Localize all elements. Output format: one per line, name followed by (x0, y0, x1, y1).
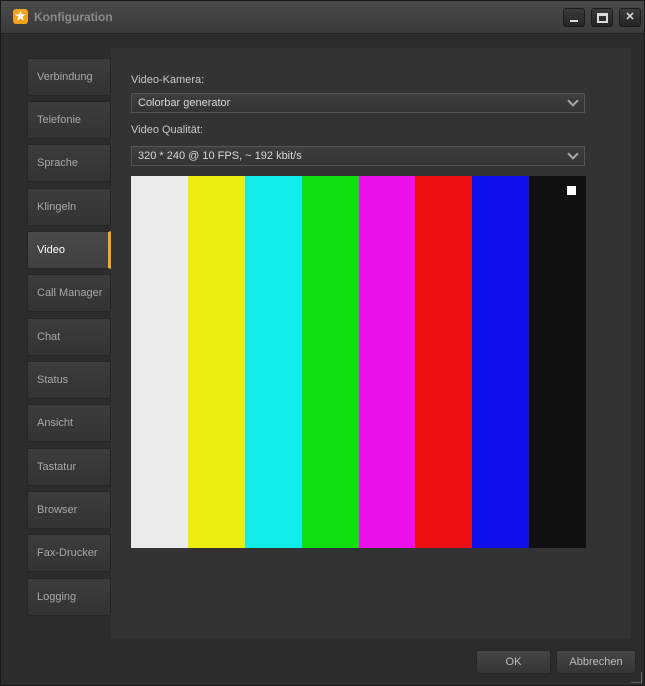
video-settings-panel: Video-Kamera: Colorbar generator Video Q… (111, 48, 631, 638)
window-title: Konfiguration (34, 10, 113, 24)
minimize-icon (570, 20, 578, 22)
sidebar-item-logging[interactable]: Logging (27, 578, 111, 616)
sidebar-item-ansicht[interactable]: Ansicht (27, 404, 111, 442)
colorbar-4 (358, 176, 416, 548)
sidebar-item-sprache[interactable]: Sprache (27, 144, 111, 182)
colorbar-1 (187, 176, 245, 548)
ok-button[interactable]: OK (476, 650, 551, 674)
maximize-icon (596, 13, 608, 23)
sidebar-item-fax-drucker[interactable]: Fax-Drucker (27, 534, 111, 572)
chevron-down-icon (567, 148, 579, 160)
app-star-icon: ★ (13, 9, 28, 24)
video-marker (567, 186, 576, 195)
cancel-button[interactable]: Abbrechen (556, 650, 636, 674)
chevron-down-icon (567, 95, 579, 107)
sidebar-item-status[interactable]: Status (27, 361, 111, 399)
camera-label: Video-Kamera: (131, 74, 205, 86)
config-window: ★ Konfiguration ✕ Verbindung Telefonie S… (0, 0, 645, 686)
quality-select-value: 320 * 240 @ 10 FPS, ~ 192 kbit/s (138, 150, 302, 162)
sidebar-item-browser[interactable]: Browser (27, 491, 111, 529)
maximize-button[interactable] (591, 8, 613, 27)
title-bar[interactable]: ★ Konfiguration ✕ (1, 1, 644, 34)
quality-select[interactable]: 320 * 240 @ 10 FPS, ~ 192 kbit/s (131, 146, 585, 166)
colorbar-3 (301, 176, 359, 548)
colorbar-2 (244, 176, 302, 548)
close-button[interactable]: ✕ (619, 8, 641, 27)
colorbar-5 (415, 176, 473, 548)
colorbar-0 (131, 176, 188, 548)
sidebar-item-telefonie[interactable]: Telefonie (27, 101, 111, 139)
sidebar-item-call-manager[interactable]: Call Manager (27, 274, 111, 312)
camera-select[interactable]: Colorbar generator (131, 93, 585, 113)
camera-select-value: Colorbar generator (138, 97, 231, 109)
close-icon: ✕ (625, 11, 635, 23)
sidebar-item-verbindung[interactable]: Verbindung (27, 58, 111, 96)
resize-grip[interactable] (631, 672, 642, 683)
minimize-button[interactable] (563, 8, 585, 27)
quality-label: Video Qualität: (131, 124, 203, 136)
colorbar-6 (472, 176, 530, 548)
sidebar-item-video[interactable]: Video (27, 231, 111, 269)
sidebar-item-klingeln[interactable]: Klingeln (27, 188, 111, 226)
sidebar-item-tastatur[interactable]: Tastatur (27, 448, 111, 486)
colorbar-7 (529, 176, 586, 548)
sidebar-item-chat[interactable]: Chat (27, 318, 111, 356)
video-preview (131, 176, 586, 548)
